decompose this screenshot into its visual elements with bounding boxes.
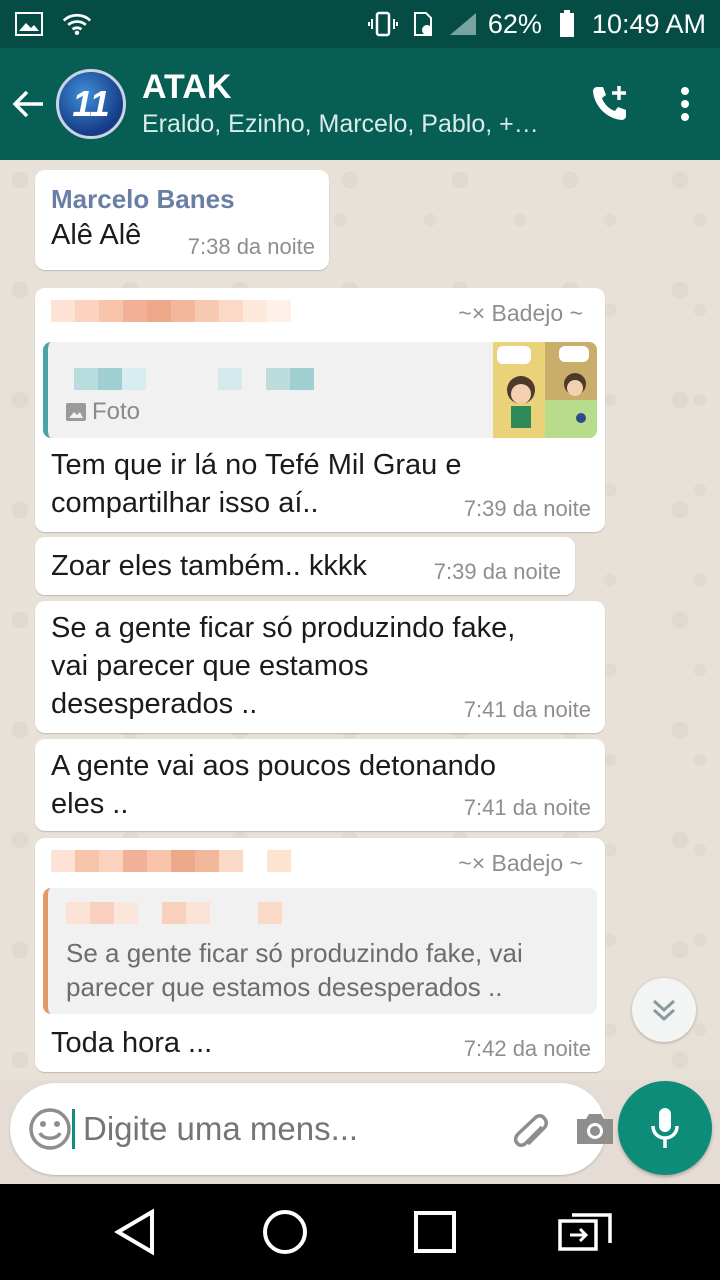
photo-icon: [66, 403, 86, 421]
arrow-back-icon: [12, 90, 43, 118]
sender-alias: ~× Badejo ~: [458, 300, 583, 326]
switch-windows-icon: [558, 1213, 612, 1251]
quoted-message[interactable]: Foto: [43, 342, 597, 438]
status-bar: 62% 10:49 AM: [0, 0, 720, 48]
message-bubble[interactable]: ~× Badejo ~ Se a gente ficar só produzin…: [35, 838, 605, 1072]
emoji-icon: [29, 1108, 71, 1150]
image-icon: [14, 11, 44, 37]
attach-button[interactable]: [508, 1101, 552, 1157]
wifi-icon: [62, 11, 92, 37]
chat-header: 11 ATAK Eraldo, Ezinho, Marcelo, Pablo, …: [0, 48, 720, 160]
message-bubble[interactable]: Marcelo Banes Alê Alê 7:38 da noite: [35, 170, 329, 270]
more-options-button[interactable]: [650, 48, 720, 160]
message-text: Toda hora ...: [51, 1027, 213, 1059]
add-call-icon: [593, 86, 626, 120]
chat-participants: Eraldo, Ezinho, Marcelo, Pablo, +5...: [142, 110, 542, 138]
quoted-message[interactable]: Se a gente ficar só produzindo fake, vai…: [43, 888, 597, 1014]
message-text: Se a gente ficar só produzindo fake, vai…: [51, 612, 516, 720]
message-time: 7:39 da noite: [463, 496, 591, 521]
nav-switch-button[interactable]: [549, 1196, 621, 1268]
message-bubble[interactable]: ~× Badejo ~ Foto Tem que ir lá no Tefé M…: [35, 288, 605, 532]
triangle-back-icon: [114, 1209, 154, 1255]
add-call-button[interactable]: [570, 48, 650, 160]
message-time: 7:41 da noite: [463, 795, 591, 820]
system-navigation-bar: [0, 1184, 720, 1280]
chat-messages[interactable]: Marcelo Banes Alê Alê 7:38 da noite ~× B…: [0, 160, 720, 1080]
message-input[interactable]: [72, 1109, 508, 1149]
battery-percent: 62%: [487, 8, 542, 39]
message-time: 7:42 da noite: [463, 1036, 591, 1061]
vibrate-icon: [367, 11, 398, 37]
more-vert-icon: [681, 87, 689, 121]
message-time: 7:41 da noite: [463, 697, 591, 722]
photo-thumbnail[interactable]: [493, 342, 597, 438]
message-time: 7:38 da noite: [187, 234, 315, 259]
photo-label-text: Foto: [92, 398, 141, 425]
clock: 10:49 AM: [591, 8, 706, 39]
microphone-icon: [651, 1108, 679, 1148]
double-chevron-down-icon: [652, 999, 676, 1022]
nav-back-button[interactable]: [99, 1196, 171, 1268]
paperclip-icon: [513, 1114, 548, 1147]
circle-home-icon: [263, 1210, 307, 1254]
sender-name: Marcelo Banes: [51, 184, 235, 214]
camera-button[interactable]: [574, 1101, 616, 1157]
battery-icon: [552, 10, 582, 37]
blurred-quote-name: [66, 902, 597, 924]
sim-icon: [408, 11, 438, 37]
chat-title: ATAK: [142, 68, 232, 106]
message-bubble[interactable]: Se a gente ficar só produzindo fake, vai…: [35, 601, 605, 733]
nav-recents-button[interactable]: [399, 1196, 471, 1268]
message-bubble[interactable]: A gente vai aos poucos detonando eles ..…: [35, 739, 605, 831]
nav-home-button[interactable]: [249, 1196, 321, 1268]
square-recents-icon: [414, 1211, 456, 1253]
message-bubble[interactable]: Zoar eles também.. kkkk 7:39 da noite: [35, 537, 575, 595]
emoji-button[interactable]: [28, 1101, 72, 1157]
sender-alias: ~× Badejo ~: [458, 850, 583, 876]
quoted-text: Se a gente ficar só produzindo fake, vai…: [66, 938, 523, 1002]
message-time: 7:39 da noite: [433, 559, 561, 584]
group-avatar[interactable]: 11: [56, 69, 126, 139]
chat-title-area[interactable]: ATAK Eraldo, Ezinho, Marcelo, Pablo, +5.…: [142, 67, 570, 141]
voice-record-button[interactable]: [618, 1081, 712, 1175]
camera-icon: [577, 1114, 613, 1144]
scroll-to-bottom-button[interactable]: [632, 978, 696, 1042]
message-composer: [10, 1083, 613, 1175]
back-button[interactable]: [0, 48, 56, 160]
photo-label: Foto: [66, 398, 140, 426]
message-text: Tem que ir lá no Tefé Mil Grau e compart…: [51, 449, 462, 519]
signal-icon: [448, 11, 478, 37]
